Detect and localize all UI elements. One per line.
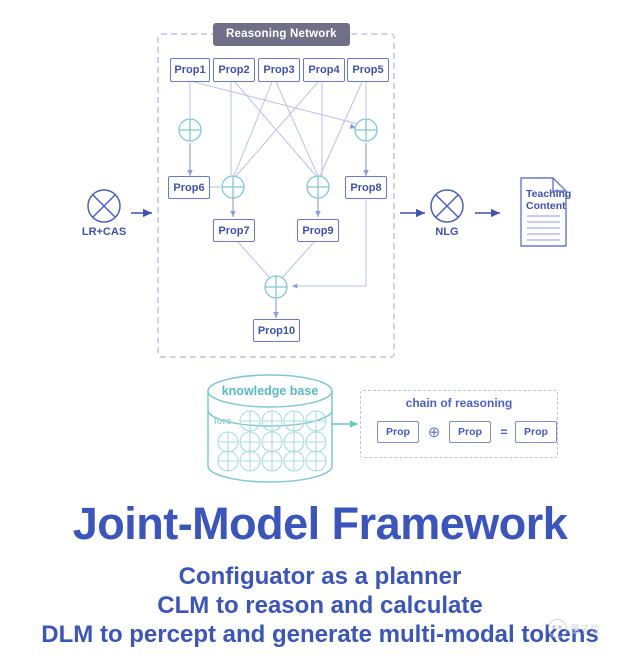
subtitle-line-2: CLM to reason and calculate [157,592,483,619]
chain-of-reasoning-title: chain of reasoning [405,396,513,410]
reasoning-network-badge: Reasoning Network [213,23,350,46]
prop-box-5[interactable]: Prop5 [347,58,389,82]
knowledge-base-title: knowledge base [221,384,319,398]
chain-term-3[interactable]: Prop [515,421,557,443]
equals-sign: = [500,425,508,439]
watermark-logo-icon [548,618,567,638]
watermark-text: 量子位 [570,624,600,636]
chain-term-1[interactable]: Prop [377,421,419,443]
prop-box-3[interactable]: Prop3 [258,58,300,82]
chain-term-2[interactable]: Prop [449,421,491,443]
document-title-line1: Teaching [526,188,572,200]
prop-box-10[interactable]: Prop10 [253,319,300,342]
nlg-node-label: NLG [435,226,459,238]
document-title-line2: Content [526,200,566,212]
poster-canvas: Reasoning Network Prop1 Prop2 Prop3 Prop… [0,0,640,661]
circle-x-icon [87,189,121,223]
prop-box-9[interactable]: Prop9 [297,219,339,242]
prop-box-8[interactable]: Prop8 [345,176,387,199]
subtitle-line-3: DLM to percept and generate multi-modal … [41,621,599,648]
plus-circle-icon: ⊕ [427,424,441,441]
prop-box-1[interactable]: Prop1 [170,58,210,82]
prop-box-7[interactable]: Prop7 [213,219,255,242]
subtitle-line-1: Configuator as a planner [178,563,462,590]
page-title: Joint-Model Framework [72,498,568,549]
circle-x-icon [430,189,464,223]
prop-box-2[interactable]: Prop2 [213,58,255,82]
prop-box-4[interactable]: Prop4 [303,58,345,82]
knowledge-base-lore-label: lore [214,416,232,427]
watermark: 量子位 [548,608,634,648]
prop-box-6[interactable]: Prop6 [168,176,210,199]
input-node-label: LR+CAS [81,226,127,238]
